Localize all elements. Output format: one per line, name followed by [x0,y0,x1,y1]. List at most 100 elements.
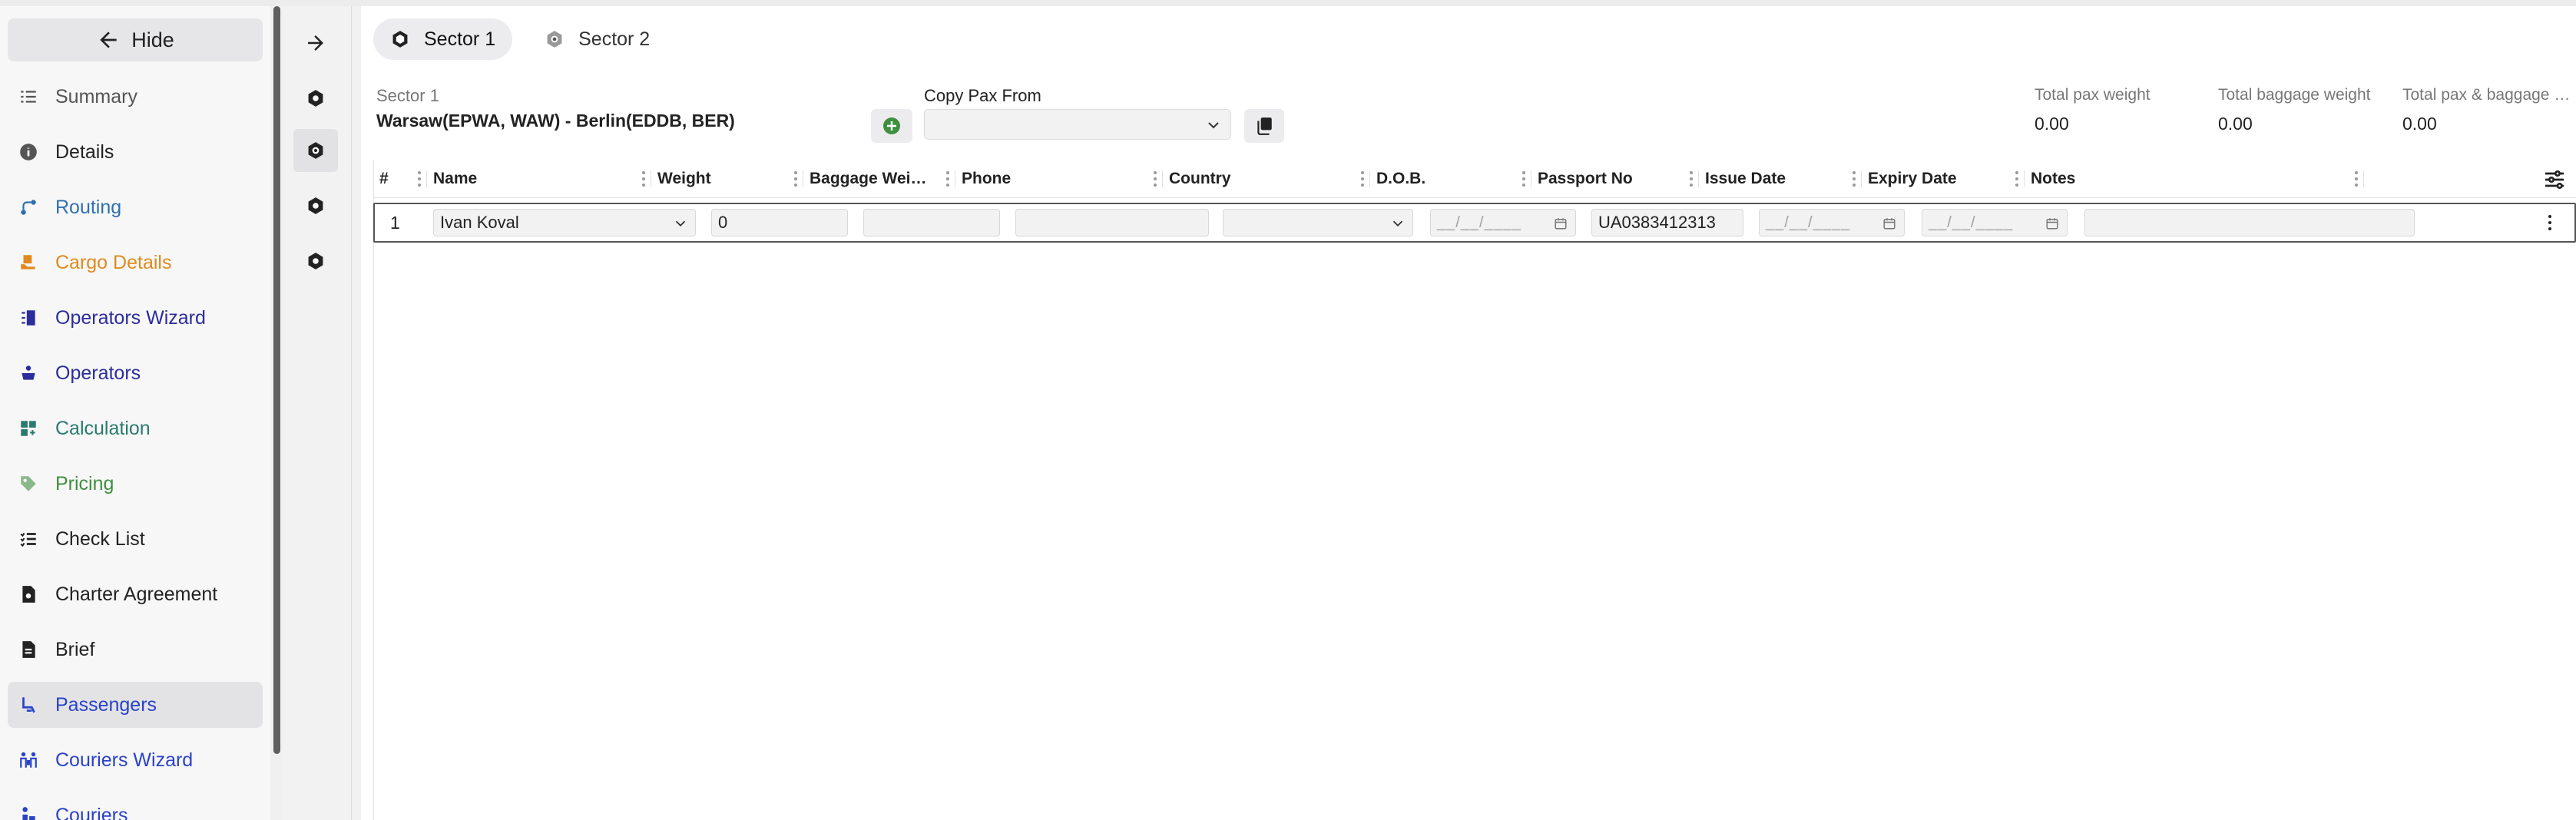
column-menu-icon[interactable] [1154,171,1157,187]
calendar-icon[interactable] [1554,217,1568,230]
sidebar-item-cargo-details[interactable]: Cargo Details [8,240,263,286]
stat-value: 0.00 [2035,114,2069,134]
sidebar-item-operators-wizard[interactable]: Operators Wizard [8,295,263,341]
column-header-phone[interactable]: Phone [955,160,1163,198]
name-value: Ivan Koval [440,213,519,232]
column-header-passport-no[interactable]: Passport No [1531,160,1699,198]
stat-label: Total pax & baggage weight [2402,86,2576,104]
add-passenger-button[interactable] [871,109,912,143]
column-header-label: Name [433,170,478,187]
rail-sector-3-button[interactable] [293,184,338,227]
sidebar-item-details[interactable]: Details [8,129,263,175]
copy-pax-select[interactable] [924,109,1231,140]
sidebar-item-label: Check List [55,527,145,550]
sidebar-item-passengers[interactable]: Passengers [8,682,263,728]
baggage-weight-input[interactable] [863,209,1000,236]
copy-pax-button[interactable] [1244,109,1284,143]
rail-sector-2-button[interactable] [293,129,338,172]
issue-date-input[interactable]: __/__/____ [1759,209,1905,236]
column-menu-icon[interactable] [418,171,421,187]
weight-value: 0 [718,213,728,232]
row-number: 1 [390,212,400,233]
stat-value: 0.00 [2218,114,2253,134]
column-menu-icon[interactable] [2355,171,2358,187]
chevron-down-icon [675,220,686,227]
sidebar-item-couriers[interactable]: Couriers [8,792,263,820]
main-panel: Sector 1 Sector 2 Sector 1 Warsaw(EPWA, … [361,6,2576,820]
sidebar-item-calculation[interactable]: Calculation [8,405,263,451]
stat-label: Total pax weight [2035,86,2151,104]
column-header-label: Issue Date [1705,170,1786,187]
row-actions-icon[interactable] [2548,215,2551,230]
sidebar-item-label: Couriers [55,804,128,820]
operators-wizard-icon [17,306,40,329]
expand-button[interactable] [293,21,338,64]
column-header-expiry-date[interactable]: Expiry Date [1862,160,2025,198]
column-menu-icon[interactable] [1690,171,1693,187]
sidebar-item-check-list[interactable]: Check List [8,516,263,562]
column-header-name[interactable]: Name [427,160,651,198]
sidebar-nav: Summary Details Routing Cargo Details Operat… [8,74,263,820]
column-menu-icon[interactable] [1522,171,1525,187]
column-menu-icon[interactable] [642,171,645,187]
name-select[interactable]: Ivan Koval [433,209,696,236]
weight-input[interactable]: 0 [711,209,848,236]
hide-sidebar-button[interactable]: Hide [8,18,263,61]
notes-input[interactable] [2084,209,2415,236]
column-header-weight[interactable]: Weight [651,160,803,198]
sidebar-item-brief[interactable]: Brief [8,627,263,673]
sector-tabs: Sector 1 Sector 2 [373,18,667,60]
column-header-country[interactable]: Country [1163,160,1370,198]
sidebar-item-summary[interactable]: Summary [8,74,263,120]
rail-sector-1-button[interactable] [293,77,338,120]
country-select[interactable] [1223,209,1413,236]
issue-date-value: __/__/____ [1766,213,1851,231]
copy-icon [1257,117,1272,135]
sidebar-item-charter-agreement[interactable]: Charter Agreement [8,571,263,617]
sidebar-item-label: Routing [55,196,122,218]
table-row[interactable]: 1 Ivan Koval 0 __/__/____ UA0383412313 _… [373,203,2576,243]
icon-rail [283,6,352,820]
column-header-label: Passport No [1538,170,1633,187]
cargo-icon [17,251,40,274]
calendar-icon[interactable] [2045,217,2059,230]
dob-input[interactable]: __/__/____ [1430,209,1576,236]
grid-header: # Name Weight Baggage Weight Phone Country D.O… [373,160,2576,198]
tab-sector-2[interactable]: Sector 2 [528,18,667,60]
column-divider[interactable] [2363,170,2364,187]
expiry-date-value: __/__/____ [1929,213,2014,231]
column-menu-icon[interactable] [794,171,797,187]
hexagon-icon [308,90,323,107]
phone-input[interactable] [1015,209,1209,236]
column-menu-icon[interactable] [946,171,949,187]
column-menu-icon[interactable] [1361,171,1364,187]
column-header-d-o-b[interactable]: D.O.B. [1370,160,1531,198]
column-header-label: Expiry Date [1868,170,1957,187]
column-header-notes[interactable]: Notes [2025,160,2364,198]
hexagon-icon [308,253,323,269]
expiry-date-input[interactable]: __/__/____ [1922,209,2068,236]
sidebar-item-label: Operators [55,362,141,384]
column-header-number[interactable]: # [373,160,427,198]
column-settings-icon[interactable] [2542,167,2567,192]
total-baggage-weight: Total baggage weight 0.00 [2218,86,2392,134]
sidebar-item-label: Couriers Wizard [55,749,194,771]
hexagon-icon [547,31,562,48]
sidebar-item-couriers-wizard[interactable]: Couriers Wizard [8,737,263,783]
column-menu-icon[interactable] [2015,171,2018,187]
column-header-issue-date[interactable]: Issue Date [1699,160,1862,198]
sidebar-item-label: Details [55,141,114,163]
column-header-baggage-weight[interactable]: Baggage Weight [803,160,955,198]
calendar-icon[interactable] [1882,217,1896,230]
sidebar-scrollbar[interactable] [273,6,280,754]
rail-sector-4-button[interactable] [293,240,338,283]
tab-sector-1[interactable]: Sector 1 [373,18,513,60]
passport-input[interactable]: UA0383412313 [1591,209,1743,236]
sidebar-item-operators[interactable]: Operators [8,350,263,396]
seat-icon [17,693,40,716]
column-header-label: Weight [657,170,711,187]
total-pax-baggage-weight: Total pax & baggage weight 0.00 [2402,86,2576,134]
column-menu-icon[interactable] [1853,171,1856,187]
sidebar-item-routing[interactable]: Routing [8,184,263,230]
sidebar-item-pricing[interactable]: Pricing [8,461,263,507]
